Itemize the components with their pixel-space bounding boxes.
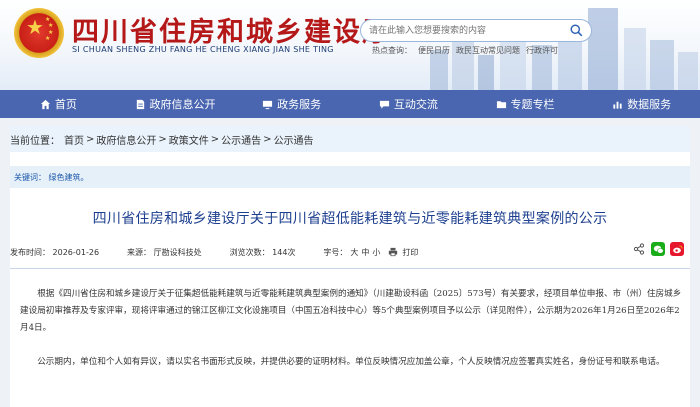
folder-icon [496,100,506,108]
nav-label: 互动交流 [393,98,438,111]
breadcrumb-separator: > [158,133,167,145]
breadcrumb-gov-info[interactable]: 政府信息公开 [96,132,156,147]
hot-query-label: 热点查询： [372,46,412,55]
nav-item-interaction[interactable]: 互动交流 [350,90,467,118]
nav-label: 政府信息公开 [149,98,216,111]
share-icon[interactable] [632,242,646,256]
nav-item-gov-info[interactable]: 政府信息公开 [117,90,234,118]
breadcrumb-home[interactable]: 首页 [64,132,84,147]
nav-item-data-service[interactable]: 数据服务 [583,90,700,118]
hot-link-faq[interactable]: 政民互动常见问题 [456,46,520,55]
article-container: 当前位置： 首页 > 政府信息公开 > 政策文件 > 公示通告 > 公示通告 关键词： … [10,126,690,407]
font-size-medium[interactable]: 中 [361,248,369,257]
wechat-icon[interactable] [651,242,665,256]
chat-icon [379,100,389,109]
print-button[interactable]: 打印 [388,247,418,258]
article-paragraph: 公示期内，单位和个人如有异议，请以实名书面形式反映，并提供必要的证明材料。单位反… [37,357,665,367]
hot-link-calendar[interactable]: 便民日历 [418,46,450,55]
search-icon[interactable] [570,24,583,37]
nav-item-gov-service[interactable]: 政务服务 [233,90,350,118]
article-title: 四川省住房和城乡建设厅关于四川省超低能耗建筑与近零能耗建筑典型案例的公示 [92,211,608,227]
weibo-icon[interactable] [670,242,684,256]
breadcrumb: 当前位置： 首页 > 政府信息公开 > 政策文件 > 公示通告 > 公示通告 [10,126,690,152]
font-size-small[interactable]: 小 [372,248,380,257]
publish-date: 发布时间： 2026-01-26 [10,247,100,257]
hot-link-license[interactable]: 行政许可 [526,46,558,55]
meta-divider [10,268,690,269]
site-pinyin: SI CHUAN SHENG ZHU FANG HE CHENG XIANG J… [72,45,334,54]
font-size-label: 字号： [323,247,348,257]
font-size-control: 字号：大中小 [323,247,380,258]
search-box [360,19,592,42]
home-icon [40,99,50,109]
nav-label: 首页 [54,98,77,111]
printer-icon [389,247,398,257]
chart-icon [613,101,622,109]
font-size-large[interactable]: 大 [350,248,358,257]
monitor-icon [263,100,273,109]
article-source: 来源： 厅勘设科技处 [127,247,202,257]
breadcrumb-policy-docs[interactable]: 政策文件 [169,132,209,147]
national-emblem-icon: ★ ★ ★ ★ ★ [14,8,64,58]
print-label: 打印 [402,247,419,257]
article-meta: 发布时间： 2026-01-26 来源： 厅勘设科技处 浏览次数： 144次 字… [10,239,690,265]
main-nav: 首页 政府信息公开 政务服务 互动交流 专题专栏 数据服务 [0,90,700,118]
nav-label: 数据服务 [627,98,672,111]
site-title: 四川省住房和城乡建设厅 [72,17,391,48]
nav-label: 专题专栏 [510,98,555,111]
site-header: ★ ★ ★ ★ ★ 四川省住房和城乡建设厅 SI CHUAN SHENG ZHU… [0,0,700,90]
nav-item-home[interactable]: 首页 [0,90,117,118]
nav-item-special-topics[interactable]: 专题专栏 [467,90,584,118]
breadcrumb-label: 当前位置： [10,135,60,147]
breadcrumb-notices-current[interactable]: 公示通告 [274,132,314,147]
breadcrumb-separator: > [210,133,220,145]
keywords-bar: 关键词： 绿色建筑。 [10,166,690,188]
article-paragraph: 根据《四川省住房和城乡建设厅关于征集超低能耗建筑与近零能耗建筑典型案例的通知》（… [20,289,682,333]
breadcrumb-separator: > [86,133,95,145]
breadcrumb-notices[interactable]: 公示通告 [221,132,261,147]
nav-label: 政务服务 [277,98,322,111]
document-icon [136,99,144,109]
hot-query-row: 热点查询： 便民日历 政民互动常见问题 行政许可 [372,45,564,56]
search-input[interactable] [369,22,559,40]
breadcrumb-separator: > [263,133,272,145]
view-count: 浏览次数： 144次 [229,247,296,257]
share-buttons [627,242,684,256]
